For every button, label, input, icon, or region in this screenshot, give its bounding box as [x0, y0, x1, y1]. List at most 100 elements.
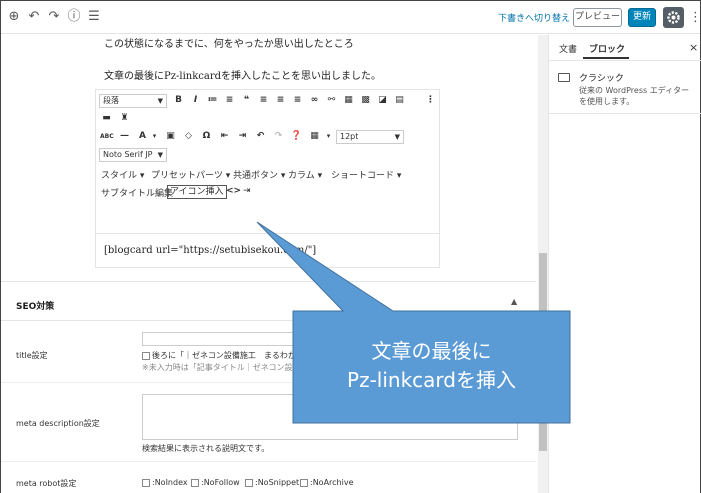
- font-size-select[interactable]: 12pt ▼: [336, 130, 404, 144]
- list-view-icon[interactable]: ☰: [85, 8, 103, 26]
- help-icon[interactable]: ❓: [290, 130, 303, 143]
- add-block-icon[interactable]: ⊕: [5, 8, 23, 26]
- special-character-icon[interactable]: Ω: [200, 130, 213, 143]
- more-options-icon[interactable]: ⋮: [689, 9, 701, 26]
- checkbox-icon: [191, 478, 199, 487]
- nofollow-label: :NoFollow: [201, 478, 240, 487]
- shortcode-icon[interactable]: ◪: [376, 94, 389, 107]
- checkbox-icon: [300, 478, 308, 487]
- classic-block[interactable]: 段落 ▼ B I ≔ ≡ ❝ ≡ ≡ ≡ ∞ ⚯ ▦ ▩ ◪ ▤ ⋮ ▬ ♜ AB…: [95, 89, 440, 268]
- align-center-icon[interactable]: ≡: [274, 94, 287, 107]
- settings-button[interactable]: [663, 7, 684, 28]
- info-icon[interactable]: ⓘ: [65, 8, 83, 26]
- collapse-icon[interactable]: ▲: [511, 297, 517, 306]
- toolbar-row-1: 段落 ▼ B I ≔ ≡ ❝ ≡ ≡ ≡ ∞ ⚯ ▦ ▩ ◪ ▤ ⋮: [96, 92, 439, 110]
- subtitle-edit-button[interactable]: サブタイトル編集: [101, 186, 173, 199]
- unlink-icon[interactable]: ⚯: [325, 94, 338, 107]
- gear-icon: [667, 11, 680, 24]
- bullet-list-icon[interactable]: ≔: [206, 94, 219, 107]
- indent-icon[interactable]: ⇥: [243, 186, 251, 196]
- align-left-icon[interactable]: ≡: [257, 94, 270, 107]
- keyboard-icon: [558, 73, 570, 82]
- nosnippet-checkbox[interactable]: :NoSnippet: [245, 478, 299, 487]
- menu-shortcode[interactable]: ショートコード ▾: [331, 168, 401, 181]
- editor-header: ⊕ ↶ ↷ ⓘ ☰ 下書きへ切り替え プレビュー 更新 ⋮: [1, 1, 701, 34]
- indent-icon[interactable]: ⇥: [236, 130, 249, 143]
- code-icon[interactable]: <>: [226, 186, 241, 196]
- meta-description-textarea[interactable]: [142, 394, 518, 440]
- bold-icon[interactable]: B: [172, 94, 185, 107]
- menu-column-label: カラム: [288, 171, 315, 181]
- tab-block[interactable]: ブロック: [589, 42, 625, 55]
- title-setting-label: title設定: [16, 351, 48, 360]
- paragraph-line-1[interactable]: この状態になるまでに、何をやったか思い出したところ: [104, 35, 354, 50]
- paragraph-format-select[interactable]: 段落 ▼: [99, 94, 167, 108]
- strikethrough-icon[interactable]: ABC: [100, 130, 114, 143]
- callout-line-2: Pz-linkcardを挿入: [347, 368, 516, 392]
- toolbar-row-3: ABC — A ▾ ▣ ◇ Ω ⇤ ⇥ ↶ ↷ ❓ ▦ ▾ 12pt ▼: [96, 128, 439, 146]
- table-icon[interactable]: ▦: [308, 130, 321, 143]
- editor-canvas: この状態になるまでに、何をやったか思い出したところ 文章の最後にPz-linkc…: [1, 35, 548, 493]
- more-options-icon[interactable]: ⋮: [424, 94, 437, 107]
- undo-icon[interactable]: ↶: [25, 8, 43, 26]
- seo-divider: [1, 320, 536, 321]
- title-suffix-checkbox[interactable]: 後ろに「｜ゼネコン設備施工 まるわかり: [142, 350, 304, 361]
- icon-insert-button[interactable]: アイコン挿入: [167, 185, 227, 199]
- blogcard-shortcode-text[interactable]: [blogcard url="https://setubisekou.com/"…: [104, 245, 316, 256]
- block-description: 従来の WordPress エディターを使用します。: [579, 86, 690, 106]
- italic-icon[interactable]: I: [189, 94, 202, 107]
- close-icon[interactable]: ×: [689, 41, 698, 54]
- meta-robot-label: meta robot設定: [16, 479, 77, 488]
- toolbar-divider: [96, 233, 439, 234]
- update-button[interactable]: 更新: [628, 8, 656, 27]
- menu-style-label: スタイル: [101, 171, 138, 181]
- stamp-icon[interactable]: ♜: [118, 112, 131, 125]
- noarchive-label: :NoArchive: [310, 478, 354, 487]
- sidebar-divider: [549, 113, 701, 114]
- active-tab-indicator: [583, 57, 629, 59]
- chevron-down-icon[interactable]: ▾: [322, 130, 335, 143]
- font-size-value: 12pt: [340, 132, 359, 141]
- undo-icon[interactable]: ↶: [254, 130, 267, 143]
- toolbar-toggle-icon[interactable]: ▤: [393, 94, 406, 107]
- blockquote-icon[interactable]: ❝: [240, 94, 253, 107]
- seo-heading[interactable]: SEO対策: [16, 299, 54, 312]
- flag-icon[interactable]: ▬: [100, 112, 113, 125]
- settings-sidebar: 文書 ブロック × クラシック 従来の WordPress エディターを使用しま…: [548, 35, 701, 493]
- preview-button[interactable]: プレビュー: [573, 8, 622, 27]
- tab-document[interactable]: 文書: [559, 42, 577, 55]
- switch-to-draft-link[interactable]: 下書きへ切り替え: [498, 11, 570, 24]
- checkbox-icon: [245, 478, 253, 487]
- sidebar-divider: [549, 60, 701, 61]
- paragraph-line-2[interactable]: 文章の最後にPz-linkcardを挿入したことを思い出しました。: [104, 67, 381, 82]
- table-icon[interactable]: ▩: [359, 94, 372, 107]
- menu-style[interactable]: スタイル ▾: [101, 168, 144, 181]
- chevron-down-icon: ▼: [157, 151, 163, 159]
- menu-column[interactable]: カラム ▾: [288, 168, 322, 181]
- nofollow-checkbox[interactable]: :NoFollow: [191, 478, 240, 487]
- redo-icon[interactable]: ↷: [45, 8, 63, 26]
- horizontal-rule-icon[interactable]: —: [118, 130, 131, 143]
- paste-text-icon[interactable]: ▣: [164, 130, 177, 143]
- font-family-select[interactable]: Noto Serif JP ▼: [99, 148, 167, 162]
- outdent-icon[interactable]: ⇤: [218, 130, 231, 143]
- chevron-down-icon: ▼: [394, 133, 400, 141]
- align-right-icon[interactable]: ≡: [291, 94, 304, 107]
- menu-common-button[interactable]: 共通ボタン ▾: [233, 168, 285, 181]
- block-title: クラシック: [579, 74, 624, 84]
- chevron-down-icon: ▼: [157, 97, 163, 105]
- noarchive-checkbox[interactable]: :NoArchive: [300, 478, 354, 487]
- callout-line-1: 文章の最後に: [371, 339, 492, 363]
- more-tag-icon[interactable]: ▦: [342, 94, 355, 107]
- link-icon[interactable]: ∞: [308, 94, 321, 107]
- numbered-list-icon[interactable]: ≡: [223, 94, 236, 107]
- redo-icon[interactable]: ↷: [272, 130, 285, 143]
- callout-annotation: 文章の最後に Pz-linkcardを挿入: [293, 337, 570, 395]
- menu-preset-parts[interactable]: プリセットパーツ ▾: [151, 168, 230, 181]
- clear-formatting-icon[interactable]: ◇: [182, 130, 195, 143]
- title-suffix-label: 後ろに「｜ゼネコン設備施工 まるわかり: [152, 351, 304, 360]
- nosnippet-label: :NoSnippet: [255, 478, 300, 487]
- checkbox-icon: [142, 351, 150, 360]
- chevron-down-icon[interactable]: ▾: [148, 130, 161, 143]
- noindex-checkbox[interactable]: :NoIndex: [142, 478, 188, 487]
